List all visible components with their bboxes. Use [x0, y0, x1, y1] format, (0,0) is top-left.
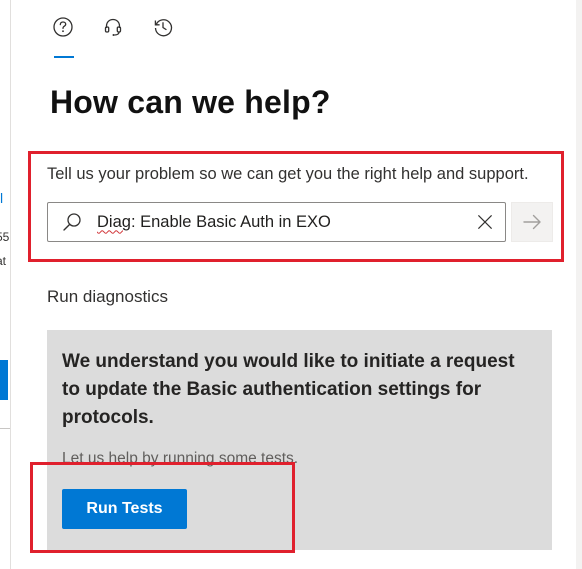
tab-help[interactable]	[46, 14, 80, 58]
background-divider	[0, 428, 10, 429]
background-blue-button-edge	[0, 360, 8, 400]
background-fragment: 55	[0, 230, 10, 244]
headset-icon	[104, 18, 122, 36]
background-page-edge: t l 55 at	[0, 0, 11, 569]
run-diagnostics-heading: Run diagnostics	[47, 287, 168, 306]
background-fragment: at	[0, 254, 7, 268]
highlight-box-run-tests	[30, 462, 295, 553]
window-edge	[576, 0, 582, 569]
highlight-box-search	[28, 151, 564, 262]
background-fragment: l	[0, 190, 4, 206]
history-icon	[154, 19, 173, 37]
help-pane-tabs	[46, 14, 180, 58]
question-circle-icon	[53, 17, 73, 37]
diagnostics-message: We understand you would like to initiate…	[62, 351, 515, 428]
page-title: How can we help?	[50, 84, 331, 120]
tab-history[interactable]	[146, 14, 180, 56]
tab-contact-support[interactable]	[96, 14, 130, 56]
